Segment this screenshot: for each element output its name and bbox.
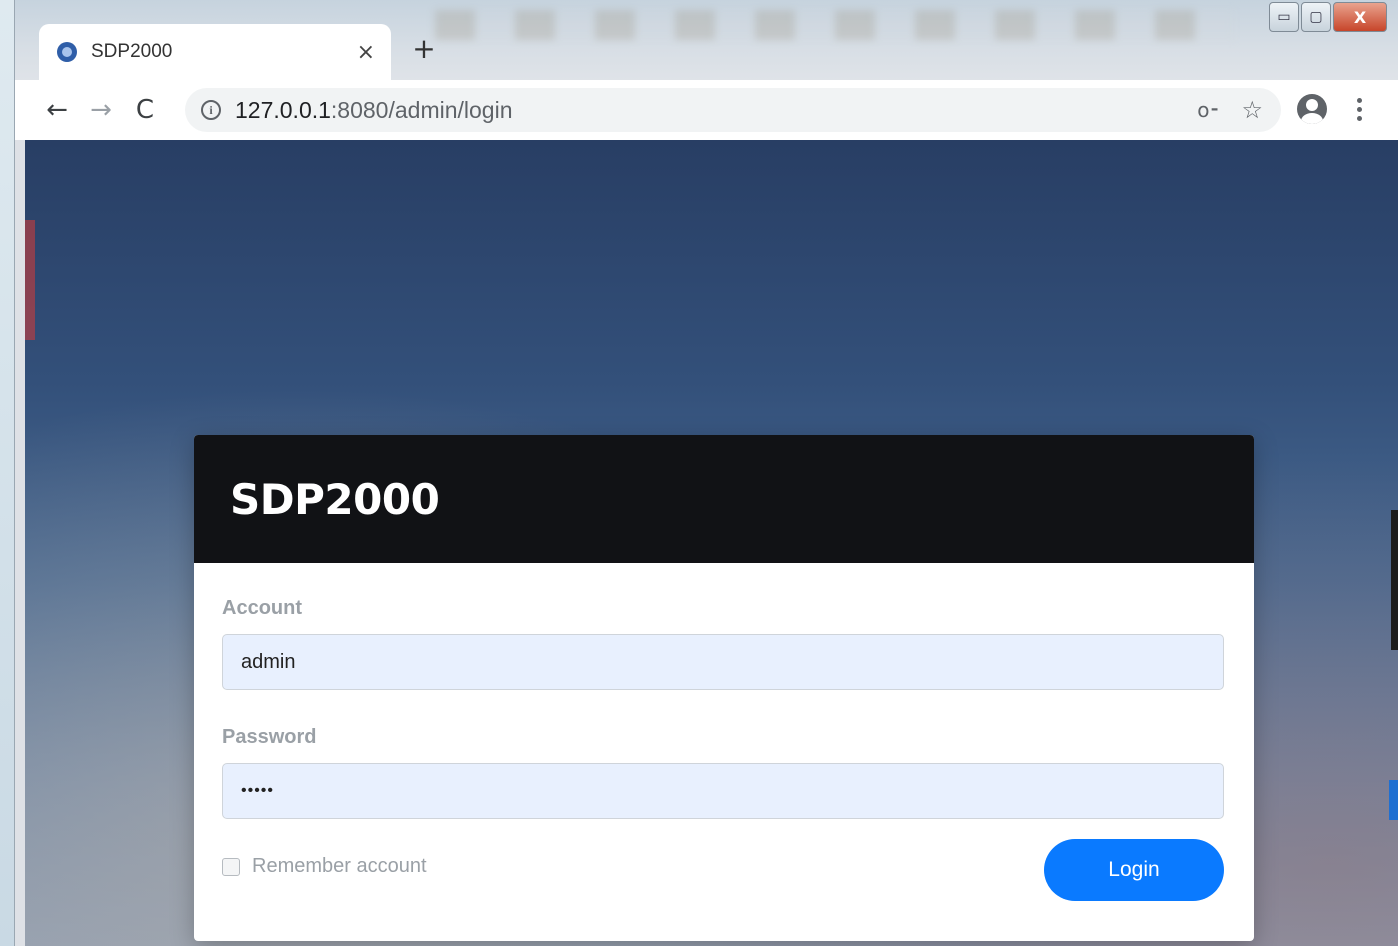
remember-account-checkbox[interactable]: Remember account bbox=[222, 855, 427, 878]
minimize-button[interactable]: ▭ bbox=[1269, 2, 1299, 32]
login-form: Account Password ••••• Remember account … bbox=[194, 563, 1254, 941]
close-window-button[interactable]: X bbox=[1333, 2, 1387, 32]
account-label: Account bbox=[222, 597, 302, 619]
password-input[interactable]: ••••• bbox=[222, 763, 1224, 819]
window-controls: ▭ ▢ X bbox=[1269, 2, 1387, 32]
tab-strip: SDP2000 × + ▭ ▢ X bbox=[15, 0, 1398, 80]
background-edge-accent bbox=[1389, 780, 1398, 820]
tab-sdp2000[interactable]: SDP2000 × bbox=[39, 24, 391, 80]
page-content: SDP2000 Account Password ••••• Remember … bbox=[25, 140, 1398, 946]
password-label: Password bbox=[222, 726, 317, 748]
url-host: 127.0.0.1 bbox=[235, 96, 331, 123]
reload-icon[interactable]: C bbox=[123, 88, 167, 132]
remember-account-label: Remember account bbox=[252, 855, 427, 877]
bookmark-star-icon[interactable]: ☆ bbox=[1241, 96, 1263, 124]
sdp-favicon-icon bbox=[57, 42, 77, 62]
maximize-button[interactable]: ▢ bbox=[1301, 2, 1331, 32]
browser-toolbar: ← → C i 127.0.0.1:8080/admin/login o⁃ ☆ bbox=[15, 80, 1398, 140]
address-bar[interactable]: i 127.0.0.1:8080/admin/login o⁃ ☆ bbox=[185, 88, 1281, 132]
back-arrow-icon[interactable]: ← bbox=[35, 88, 79, 132]
login-card: SDP2000 Account Password ••••• Remember … bbox=[194, 435, 1254, 941]
login-title: SDP2000 bbox=[230, 474, 440, 524]
url-path: :8080/admin/login bbox=[330, 96, 513, 123]
account-input[interactable] bbox=[222, 634, 1224, 690]
tab-title: SDP2000 bbox=[91, 41, 173, 62]
desktop-background bbox=[0, 0, 14, 946]
background-blur bbox=[435, 10, 1235, 40]
browser-window: SDP2000 × + ▭ ▢ X ← → C i 127.0.0.1:8080… bbox=[14, 0, 1398, 946]
password-key-icon[interactable]: o⁃ bbox=[1197, 98, 1219, 122]
info-icon[interactable]: i bbox=[201, 100, 221, 120]
new-tab-button[interactable]: + bbox=[409, 34, 439, 64]
url-text[interactable]: 127.0.0.1:8080/admin/login bbox=[235, 97, 1197, 124]
login-card-header: SDP2000 bbox=[194, 435, 1254, 563]
login-button[interactable]: Login bbox=[1044, 839, 1224, 901]
background-accent bbox=[25, 220, 35, 340]
forward-arrow-icon[interactable]: → bbox=[79, 88, 123, 132]
more-menu-icon[interactable] bbox=[1349, 92, 1369, 126]
close-tab-icon[interactable]: × bbox=[357, 40, 375, 65]
checkbox-box[interactable] bbox=[222, 857, 240, 876]
profile-avatar-icon[interactable] bbox=[1297, 94, 1327, 124]
background-edge bbox=[1391, 510, 1398, 650]
omnibox-actions: o⁃ ☆ bbox=[1197, 96, 1263, 124]
